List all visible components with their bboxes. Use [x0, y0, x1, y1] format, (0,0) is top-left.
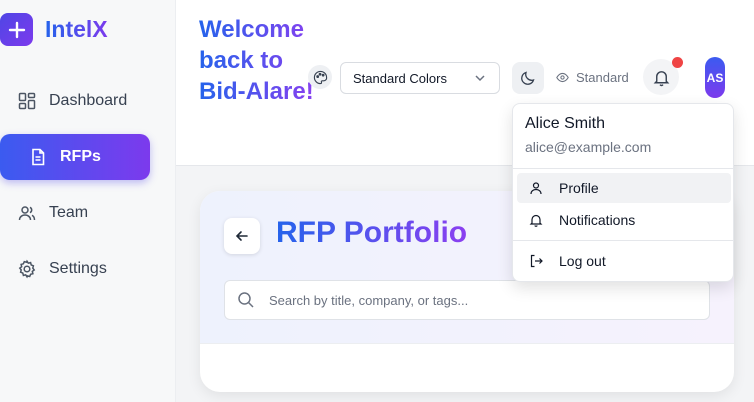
user-menu: Alice Smith alice@example.com Profile No… — [512, 103, 734, 282]
menu-item-logout[interactable]: Log out — [517, 246, 731, 276]
users-icon — [18, 206, 36, 221]
sidebar-item-team[interactable]: Team — [0, 190, 150, 236]
search-box[interactable] — [224, 280, 710, 320]
sidebar-item-dashboard[interactable]: Dashboard — [0, 78, 150, 124]
eye-icon — [556, 72, 569, 83]
arrow-left-icon — [235, 231, 248, 241]
divider — [513, 240, 733, 241]
divider — [513, 168, 733, 169]
theme-toggle-button[interactable] — [512, 62, 544, 94]
sidebar-item-rfps[interactable]: RFPs — [0, 134, 150, 180]
menu-item-notifications[interactable]: Notifications — [517, 205, 731, 235]
brand-name: IntelX — [45, 16, 108, 42]
welcome-heading: Welcome back to Bid-Alare! — [199, 14, 319, 107]
user-icon — [530, 182, 542, 195]
user-name: Alice Smith — [525, 115, 606, 132]
sidebar: IntelX Dashboard RFPs Team Settings — [0, 0, 176, 402]
palette-icon[interactable] — [308, 65, 332, 89]
page-title: RFP Portfolio — [276, 216, 468, 249]
notification-badge — [672, 57, 683, 68]
sidebar-item-settings[interactable]: Settings — [0, 246, 150, 292]
menu-item-label: Log out — [559, 253, 606, 269]
menu-item-label: Profile — [559, 180, 599, 196]
user-email: alice@example.com — [525, 139, 652, 155]
menu-item-label: Notifications — [559, 212, 636, 228]
avatar[interactable]: AS — [705, 57, 725, 98]
view-mode-toggle[interactable]: Standard — [556, 70, 629, 85]
search-input[interactable] — [269, 292, 669, 308]
menu-item-profile[interactable]: Profile — [517, 173, 731, 203]
moon-icon — [521, 71, 535, 85]
sidebar-item-label: Dashboard — [49, 92, 128, 109]
brand[interactable]: IntelX — [0, 13, 108, 46]
document-icon — [32, 148, 45, 166]
plus-icon — [0, 13, 33, 46]
bell-icon — [529, 214, 543, 227]
sidebar-item-label: Settings — [49, 260, 107, 277]
search-icon — [238, 292, 254, 308]
sidebar-item-label: Team — [49, 204, 89, 221]
bell-icon — [653, 70, 669, 86]
color-scheme-select[interactable]: Standard Colors — [340, 62, 500, 94]
view-mode-label: Standard — [576, 70, 629, 85]
dashboard-icon — [18, 92, 36, 110]
sidebar-item-label: RFPs — [60, 148, 101, 165]
logout-icon — [530, 254, 543, 268]
color-scheme-value: Standard Colors — [353, 70, 447, 86]
chevron-down-icon — [475, 75, 485, 82]
gear-icon — [18, 259, 36, 279]
back-button[interactable] — [224, 218, 260, 254]
